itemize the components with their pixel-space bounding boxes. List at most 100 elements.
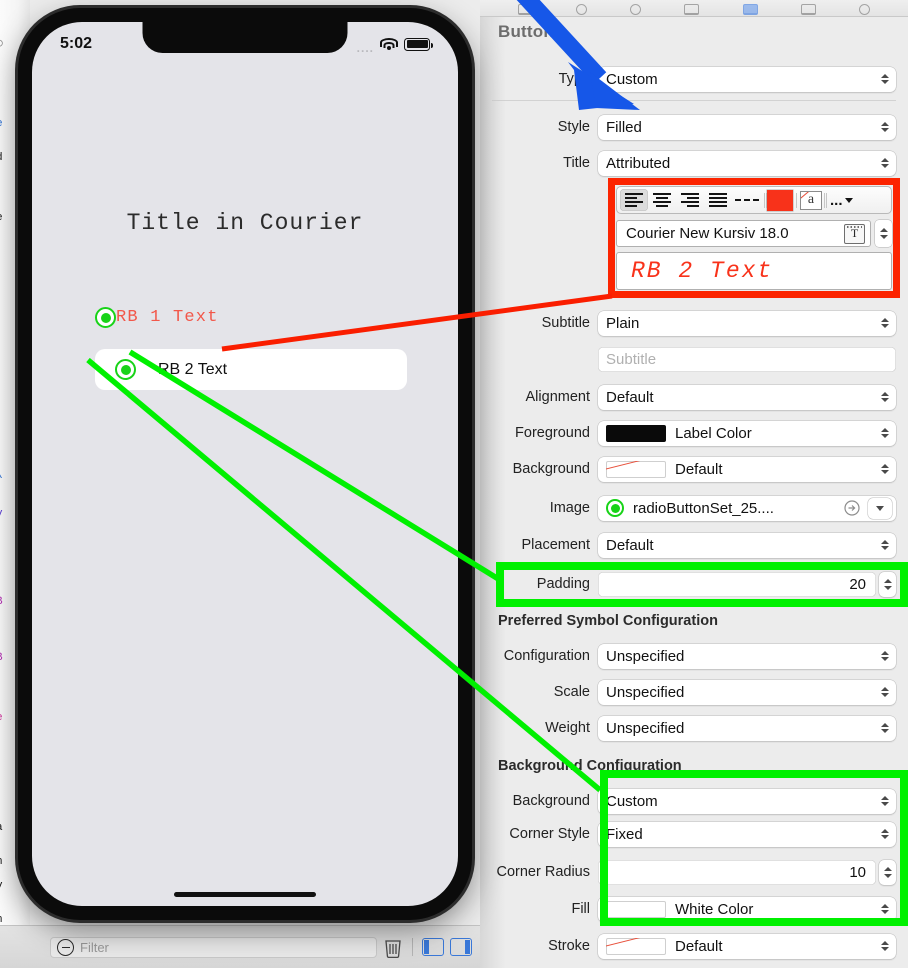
attributed-text-preview[interactable]: RB 2 Text	[616, 252, 892, 290]
row-type: Type Custom	[480, 64, 908, 94]
subtitle-popup[interactable]: Plain	[598, 310, 896, 336]
tab-history-inspector-icon[interactable]	[575, 4, 587, 15]
title-value: Attributed	[606, 154, 671, 172]
alignment-popup[interactable]: Default	[598, 384, 896, 410]
filter-icon	[57, 938, 74, 956]
more-options-button[interactable]: ...	[827, 192, 853, 209]
label-subtitle: Subtitle	[541, 315, 590, 331]
align-justify-icon[interactable]	[704, 189, 732, 211]
tab-quick-help-icon[interactable]	[630, 4, 642, 15]
bg-custom-value: Custom	[606, 792, 658, 810]
radio-button-1-label: RB 1 Text	[116, 308, 219, 327]
radio-button-selected-icon	[95, 307, 116, 328]
font-size-stepper[interactable]	[875, 220, 892, 247]
image-combobox[interactable]: radioButtonSet_25....	[598, 495, 896, 521]
attributes-inspector-panel: Button Type Custom Style Filled Title At…	[480, 0, 908, 968]
configuration-value: Unspecified	[606, 647, 685, 665]
no-color-icon[interactable]: a	[800, 190, 822, 210]
right-panel-icon[interactable]	[450, 938, 472, 956]
chevron-updown-icon	[881, 651, 889, 661]
bg-custom-popup[interactable]: Custom	[598, 788, 896, 814]
chevron-updown-icon	[881, 796, 889, 806]
label-scale: Scale	[553, 684, 590, 700]
corner-style-value: Fixed	[606, 825, 643, 843]
corner-radius-stepper[interactable]	[879, 859, 896, 885]
padding-input[interactable]: 20	[598, 571, 876, 597]
chevron-updown-icon	[881, 941, 889, 951]
row-alignment: Alignment Default	[480, 382, 908, 412]
fill-color-swatch	[606, 900, 666, 918]
type-popup[interactable]: Custom	[598, 66, 896, 92]
align-right-icon[interactable]	[676, 189, 704, 211]
filter-bar: Filter	[0, 925, 480, 968]
label-fill: Fill	[571, 901, 590, 917]
label-bg-custom: Background	[512, 793, 590, 809]
label-weight: Weight	[545, 720, 590, 736]
row-configuration: Configuration Unspecified	[480, 641, 908, 671]
foreground-color-swatch	[606, 424, 666, 442]
filter-input[interactable]: Filter	[50, 936, 377, 958]
corner-style-popup[interactable]: Fixed	[598, 821, 896, 847]
configuration-popup[interactable]: Unspecified	[598, 643, 896, 669]
label-corner-radius: Corner Radius	[496, 864, 591, 880]
tab-attributes-inspector-icon[interactable]	[742, 4, 758, 15]
scale-value: Unspecified	[606, 683, 685, 701]
padding-stepper[interactable]	[879, 571, 896, 597]
page-title: Button	[498, 22, 554, 41]
scale-popup[interactable]: Unspecified	[598, 679, 896, 705]
label-style: Style	[557, 119, 590, 135]
chevron-updown-icon	[881, 687, 889, 697]
placement-value: Default	[606, 536, 654, 554]
corner-radius-input[interactable]: 10	[598, 859, 876, 885]
row-subtitle-text: Subtitle	[480, 344, 908, 374]
row-corner-style: Corner Style Fixed	[480, 819, 908, 849]
type-value: Custom	[606, 70, 658, 88]
label-title: Title	[563, 155, 590, 171]
row-stroke: Stroke Default	[480, 931, 908, 961]
chevron-updown-icon	[881, 904, 889, 914]
label-background: Background	[512, 461, 590, 477]
tab-size-inspector-icon[interactable]	[801, 4, 817, 15]
chevron-updown-icon	[881, 122, 889, 132]
chevron-updown-icon	[881, 318, 889, 328]
align-center-icon[interactable]	[648, 189, 676, 211]
text-color-swatch[interactable]	[767, 189, 793, 211]
chevron-updown-icon	[881, 74, 889, 84]
row-corner-radius: Corner Radius 10	[480, 857, 908, 887]
weight-popup[interactable]: Unspecified	[598, 715, 896, 741]
foreground-popup[interactable]: Label Color	[598, 420, 896, 446]
more-options-label: ...	[830, 191, 843, 209]
label-stroke: Stroke	[548, 938, 590, 954]
radio-button-1[interactable]: RB 1 Text	[95, 307, 219, 328]
trash-icon[interactable]	[383, 936, 403, 958]
tab-identity-inspector-icon[interactable]	[684, 4, 700, 15]
line-spacing-icon[interactable]	[732, 199, 762, 201]
align-left-icon[interactable]	[620, 189, 648, 211]
row-placement: Placement Default	[480, 530, 908, 560]
tab-connections-inspector-icon[interactable]	[859, 4, 871, 15]
jump-to-icon[interactable]	[844, 500, 860, 516]
chevron-updown-icon	[881, 428, 889, 438]
label-type: Type	[558, 71, 590, 87]
font-row: Courier New Kursiv 18.0 T	[616, 219, 892, 248]
placement-popup[interactable]: Default	[598, 532, 896, 558]
radio-button-2[interactable]: RB 2 Text	[95, 349, 407, 390]
font-field[interactable]: Courier New Kursiv 18.0 T	[616, 220, 871, 247]
stroke-popup[interactable]: Default	[598, 933, 896, 959]
chevron-updown-icon	[881, 540, 889, 550]
label-placement: Placement	[521, 537, 590, 553]
text-options-icon[interactable]: T	[844, 223, 865, 244]
background-popup[interactable]: Default	[598, 456, 896, 482]
tab-file-inspector-icon[interactable]	[517, 4, 533, 15]
label-padding: Padding	[536, 576, 590, 592]
title-popup[interactable]: Attributed	[598, 150, 896, 176]
row-foreground: Foreground Label Color	[480, 418, 908, 448]
left-panel-icon[interactable]	[422, 938, 444, 956]
row-image: Image radioButtonSet_25....	[480, 493, 908, 523]
attributed-text-toolbar: a ...	[616, 186, 892, 214]
battery-icon	[404, 37, 433, 51]
image-dropdown-button[interactable]	[868, 497, 892, 519]
subtitle-input[interactable]: Subtitle	[598, 346, 896, 372]
style-popup[interactable]: Filled	[598, 114, 896, 140]
fill-popup[interactable]: White Color	[598, 896, 896, 922]
